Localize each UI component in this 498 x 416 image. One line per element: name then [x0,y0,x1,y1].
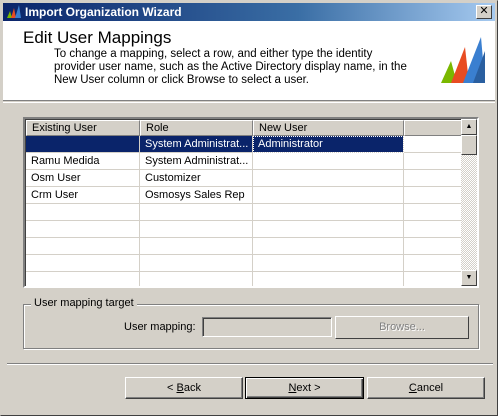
cell-new-user[interactable] [253,255,404,272]
dynamics-logo-icon [7,5,21,18]
cell-existing-user[interactable] [26,204,140,221]
cell-filler [404,272,463,286]
next-button[interactable]: Next > [245,377,364,399]
cell-role[interactable]: Osmosys Sales Rep [140,187,253,204]
cell-existing-user[interactable]: Osm User [26,170,140,187]
cancel-accel: C [408,382,417,394]
cell-new-user[interactable] [253,272,404,286]
cell-existing-user[interactable] [26,272,140,286]
close-button[interactable]: ✕ [476,5,492,19]
cell-role[interactable] [140,255,253,272]
table-row[interactable] [26,204,463,221]
scrollbar-thumb[interactable] [461,135,477,155]
cell-role[interactable] [140,272,253,286]
wizard-window: Import Organization Wizard ✕ Edit User M… [0,0,498,416]
dynamics-logo-icon [441,37,485,83]
cell-role[interactable] [140,238,253,255]
list-header: Existing User Role New User [26,120,463,136]
page-description: To change a mapping, select a row, and e… [54,48,407,86]
cell-role[interactable]: System Administrat... [140,153,253,170]
cell-role[interactable] [140,204,253,221]
cell-filler [404,204,463,221]
column-header-filler [404,120,463,136]
table-row[interactable]: System Administrat... Administrator [26,136,463,153]
cell-filler [404,170,463,187]
cell-filler [404,187,463,204]
back-button[interactable]: < Back [125,377,243,399]
header-divider [3,102,495,103]
table-row[interactable] [26,221,463,238]
browse-button[interactable]: Browse... [335,316,469,339]
cell-new-user[interactable]: Administrator [253,136,404,153]
cell-filler [404,255,463,272]
column-header-existing-user[interactable]: Existing User [26,120,140,136]
user-mapping-field[interactable] [202,317,332,337]
cell-existing-user[interactable] [26,255,140,272]
cell-existing-user[interactable] [26,221,140,238]
group-label: User mapping target [31,297,137,309]
page-title: Edit User Mappings [23,28,172,47]
cell-new-user[interactable] [253,170,404,187]
arrow-down-icon[interactable]: ▼ [461,270,477,286]
cell-filler [404,238,463,255]
next-rest: ext > [296,382,321,394]
cell-new-user[interactable] [253,153,404,170]
column-header-role[interactable]: Role [140,120,253,136]
cell-existing-user[interactable] [26,136,140,153]
button-separator [7,363,493,365]
window-title: Import Organization Wizard [25,5,182,19]
cell-role[interactable]: Customizer [140,170,253,187]
cell-new-user[interactable] [253,187,404,204]
wizard-header: Edit User Mappings To change a mapping, … [3,21,495,101]
cell-filler [404,221,463,238]
vertical-scrollbar[interactable]: ▲ ▼ [461,119,477,286]
user-mapping-label: User mapping: [124,321,196,333]
table-row[interactable]: Ramu Medida System Administrat... [26,153,463,170]
cell-new-user[interactable] [253,221,404,238]
user-mapping-target-group: User mapping target User mapping: Browse… [23,297,479,349]
table-row[interactable]: Crm User Osmosys Sales Rep [26,187,463,204]
cell-role[interactable]: System Administrat... [140,136,253,153]
arrow-up-icon[interactable]: ▲ [461,119,477,135]
back-rest: ack [183,382,201,394]
cell-existing-user[interactable]: Crm User [26,187,140,204]
list-rows: System Administrat... Administrator Ramu… [26,136,463,286]
cell-new-user[interactable] [253,238,404,255]
table-row[interactable] [26,272,463,286]
column-header-new-user[interactable]: New User [253,120,404,136]
table-row[interactable]: Osm User Customizer [26,170,463,187]
cell-existing-user[interactable] [26,238,140,255]
table-row[interactable] [26,255,463,272]
user-mappings-list[interactable]: Existing User Role New User System Admin… [23,117,479,288]
cell-filler [404,136,463,153]
cancel-button[interactable]: Cancel [367,377,485,399]
table-row[interactable] [26,238,463,255]
cell-role[interactable] [140,221,253,238]
back-prefix: < [167,382,177,394]
cancel-rest: ancel [416,382,444,394]
back-accel: B [176,382,184,394]
cell-new-user[interactable] [253,204,404,221]
title-bar[interactable]: Import Organization Wizard ✕ [3,3,495,21]
cell-filler [404,153,463,170]
cell-existing-user[interactable]: Ramu Medida [26,153,140,170]
